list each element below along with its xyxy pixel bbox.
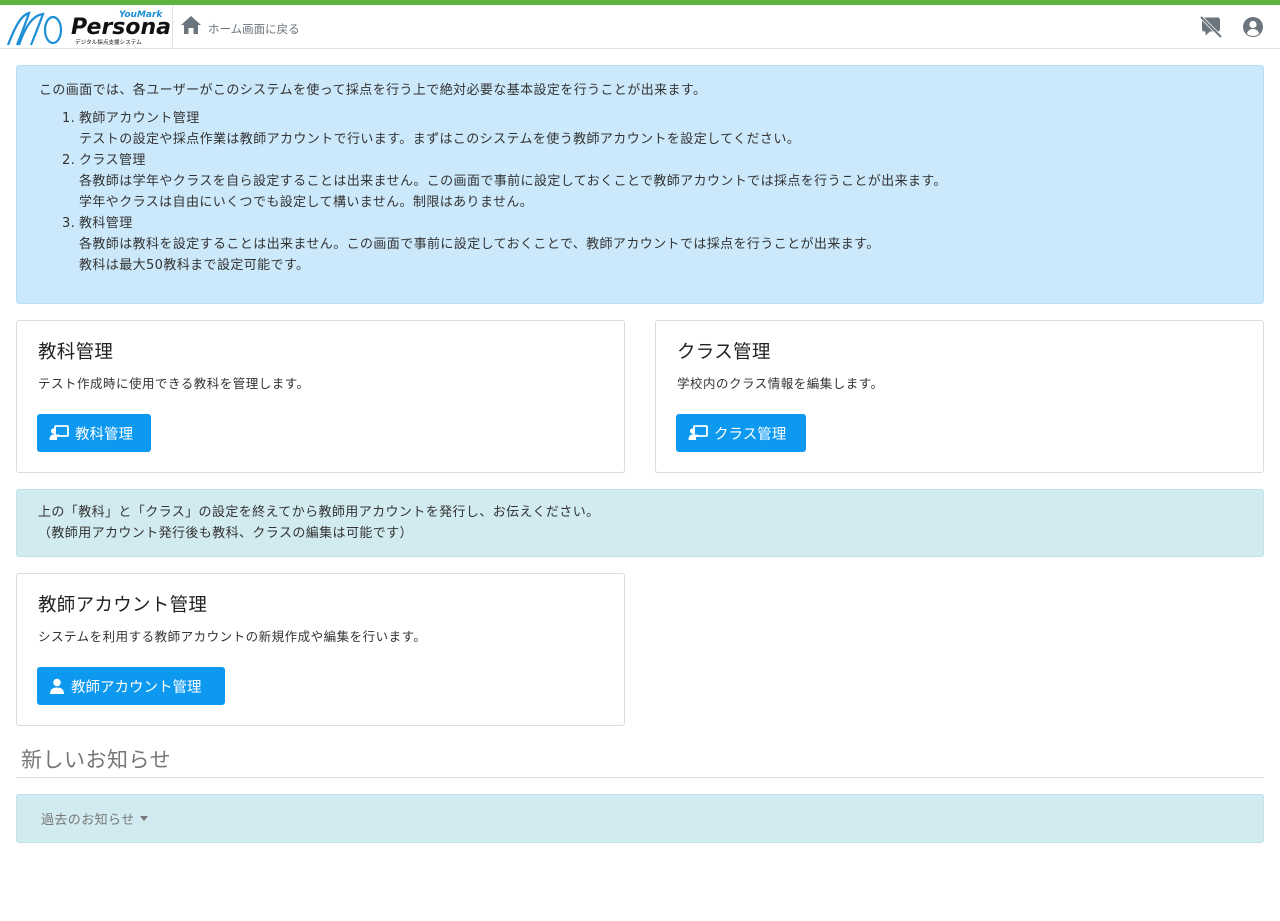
svg-text:YouMark: YouMark bbox=[119, 10, 163, 20]
subjects-card-description: テスト作成時に使用できる教科を管理します。 bbox=[38, 376, 310, 391]
teachers-card-description: システムを利用する教師アカウントの新規作成や編集を行います。 bbox=[38, 629, 427, 644]
news-panel: 過去のお知らせ bbox=[16, 794, 1264, 843]
svg-text:デジタル採点支援システム: デジタル採点支援システム bbox=[75, 38, 142, 46]
setup-step-title: 教科管理 bbox=[79, 216, 133, 231]
classes-manage-button-label: クラス管理 bbox=[714, 426, 787, 443]
teacher-board-icon bbox=[688, 425, 708, 440]
setup-step-text: テストの設定や採点作業は教師アカウントで行います。まずはこのシステムを使う教師ア… bbox=[79, 132, 801, 147]
past-news-toggle-label: 過去のお知らせ bbox=[41, 813, 135, 828]
account-notice-line: （教師用アカウント発行後も教科、クラスの編集は可能です） bbox=[38, 526, 413, 541]
teachers-manage-button[interactable]: 教師アカウント管理 bbox=[37, 667, 225, 705]
subjects-card-title: 教科管理 bbox=[38, 342, 114, 363]
subjects-manage-button[interactable]: 教科管理 bbox=[37, 414, 151, 452]
setup-intro-text: この画面では、各ユーザーがこのシステムを使って採点を行う上で絶対必要な基本設定を… bbox=[39, 83, 707, 98]
setup-step-teacher-accounts: 1. 教師アカウント管理 テストの設定や採点作業は教師アカウントで行います。まず… bbox=[62, 108, 1241, 150]
brand-logo[interactable]: Personal YouMark デジタル採点支援システム bbox=[5, 7, 179, 47]
teachers-card: 教師アカウント管理 システムを利用する教師アカウントの新規作成や編集を行います。… bbox=[16, 573, 625, 726]
news-section-title: 新しいお知らせ bbox=[21, 748, 172, 772]
teacher-board-icon bbox=[49, 425, 69, 440]
account-notice-line: 上の「教科」と「クラス」の設定を終えてから教師用アカウントを発行し、お伝えくださ… bbox=[38, 505, 600, 520]
user-circle-icon[interactable] bbox=[1240, 14, 1266, 40]
notifications-off-icon[interactable] bbox=[1198, 14, 1224, 40]
home-link-label: ホーム画面に戻る bbox=[208, 22, 300, 36]
classes-manage-button[interactable]: クラス管理 bbox=[676, 414, 806, 452]
setup-step-classes: 2. クラス管理 各教師は学年やクラスを自ら設定することは出来ません。この画面で… bbox=[62, 150, 1241, 213]
subjects-card: 教科管理 テスト作成時に使用できる教科を管理します。 教科管理 bbox=[16, 320, 625, 473]
top-navbar: Personal YouMark デジタル採点支援システム ホーム画面に戻る bbox=[0, 5, 1280, 49]
past-news-toggle[interactable]: 過去のお知らせ bbox=[41, 809, 148, 828]
subjects-manage-button-label: 教科管理 bbox=[75, 426, 133, 443]
home-icon bbox=[181, 16, 201, 34]
classes-card-description: 学校内のクラス情報を編集します。 bbox=[677, 376, 884, 391]
user-icon bbox=[50, 678, 64, 694]
setup-step-text: 各教師は学年やクラスを自ら設定することは出来ません。この画面で事前に設定しておく… bbox=[79, 174, 947, 189]
setup-step-title: 教師アカウント管理 bbox=[79, 111, 200, 126]
brand-separator bbox=[172, 5, 173, 48]
classes-card-title: クラス管理 bbox=[677, 342, 771, 363]
setup-step-text: 各教師は教科を設定することは出来ません。この画面で事前に設定しておくことで、教師… bbox=[79, 237, 880, 252]
setup-steps-list: 1. 教師アカウント管理 テストの設定や採点作業は教師アカウントで行います。まず… bbox=[62, 108, 1241, 276]
teachers-card-title: 教師アカウント管理 bbox=[38, 595, 208, 616]
home-link[interactable]: ホーム画面に戻る bbox=[180, 15, 300, 36]
setup-step-subjects: 3. 教科管理 各教師は教科を設定することは出来ません。この画面で事前に設定して… bbox=[62, 213, 1241, 276]
youmark-personal-logo: Personal YouMark デジタル採点支援システム bbox=[6, 10, 179, 46]
teachers-manage-button-label: 教師アカウント管理 bbox=[71, 679, 202, 696]
setup-step-title: クラス管理 bbox=[79, 153, 146, 168]
account-notice-alert: 上の「教科」と「クラス」の設定を終えてから教師用アカウントを発行し、お伝えくださ… bbox=[16, 489, 1264, 557]
setup-step-text: 学年やクラスは自由にいくつでも設定して構いません。制限はありません。 bbox=[79, 195, 534, 210]
setup-info-alert: この画面では、各ユーザーがこのシステムを使って採点を行う上で絶対必要な基本設定を… bbox=[16, 65, 1264, 304]
news-divider bbox=[16, 777, 1264, 778]
caret-down-icon bbox=[139, 816, 148, 821]
setup-step-text: 教科は最大50教科まで設定可能です。 bbox=[79, 258, 310, 273]
classes-card: クラス管理 学校内のクラス情報を編集します。 クラス管理 bbox=[655, 320, 1264, 473]
